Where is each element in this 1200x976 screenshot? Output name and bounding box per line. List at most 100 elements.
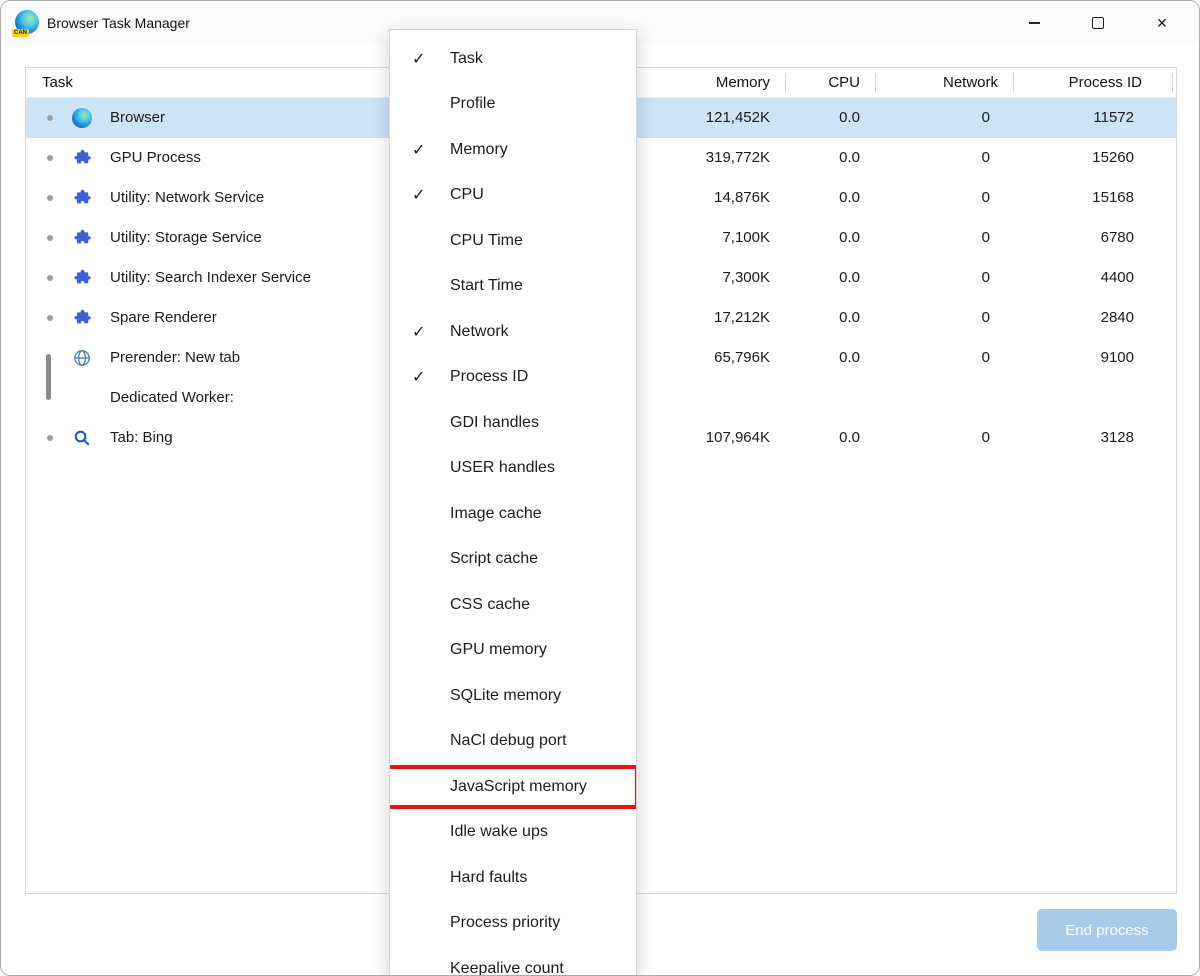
memory-value: 121,452K [626, 98, 770, 138]
task-name: Utility: Search Indexer Service [110, 258, 311, 298]
process-id-value: 15168 [1006, 178, 1134, 218]
menu-item-javascript-memory[interactable]: JavaScript memory [390, 764, 636, 810]
memory-value: 7,100K [626, 218, 770, 258]
menu-item-label: Task [450, 50, 483, 68]
check-icon: ✓ [390, 140, 446, 160]
menu-item-keepalive-count[interactable]: Keepalive count [390, 946, 636, 976]
process-status-dot [47, 155, 53, 161]
check-icon: ✓ [390, 322, 446, 342]
menu-item-label: SQLite memory [450, 687, 561, 705]
menu-item-label: Script cache [450, 550, 538, 568]
maximize-button[interactable] [1075, 1, 1121, 45]
task-name: Spare Renderer [110, 298, 217, 338]
menu-item-label: Hard faults [450, 869, 527, 887]
task-name: Utility: Storage Service [110, 218, 262, 258]
process-status-dot [47, 195, 53, 201]
task-name: Prerender: New tab [110, 338, 240, 378]
memory-value: 14,876K [626, 178, 770, 218]
column-context-menu: ✓TaskProfile✓Memory✓CPUCPU TimeStart Tim… [389, 29, 637, 976]
menu-item-image-cache[interactable]: Image cache [390, 491, 636, 537]
network-value: 0 [896, 98, 990, 138]
network-value: 0 [896, 338, 990, 378]
check-icon: ✓ [390, 185, 446, 205]
process-status-dot [47, 115, 53, 121]
task-name: GPU Process [110, 138, 201, 178]
menu-item-hard-faults[interactable]: Hard faults [390, 855, 636, 901]
menu-item-label: CPU [450, 186, 484, 204]
menu-item-label: Memory [450, 141, 508, 159]
network-value: 0 [896, 418, 990, 458]
memory-value: 65,796K [626, 338, 770, 378]
menu-item-process-priority[interactable]: Process priority [390, 901, 636, 947]
window-title: Browser Task Manager [47, 1, 190, 45]
check-icon: ✓ [390, 49, 446, 69]
menu-item-label: Keepalive count [450, 960, 564, 976]
canary-badge: CAN [12, 29, 29, 37]
menu-item-label: GPU memory [450, 641, 547, 659]
menu-item-gpu-memory[interactable]: GPU memory [390, 628, 636, 674]
menu-item-label: CPU Time [450, 232, 523, 250]
column-header-memory[interactable]: Memory [642, 68, 770, 97]
puzzle-icon [72, 148, 92, 168]
column-divider [1013, 73, 1014, 92]
cpu-value: 0.0 [796, 98, 860, 138]
menu-item-sqlite-memory[interactable]: SQLite memory [390, 673, 636, 719]
check-icon: ✓ [390, 367, 446, 387]
end-process-button[interactable]: End process [1037, 909, 1177, 951]
menu-item-idle-wake-ups[interactable]: Idle wake ups [390, 810, 636, 856]
menu-item-cpu[interactable]: ✓CPU [390, 173, 636, 219]
menu-item-task[interactable]: ✓Task [390, 36, 636, 82]
menu-item-label: Idle wake ups [450, 823, 548, 841]
menu-item-label: Process priority [450, 914, 560, 932]
edge-canary-icon: CAN [15, 10, 39, 34]
menu-item-label: JavaScript memory [450, 778, 587, 796]
memory-value: 107,964K [626, 418, 770, 458]
edge-icon [72, 108, 92, 128]
process-id-value: 4400 [1006, 258, 1134, 298]
minimize-button[interactable] [1011, 1, 1057, 45]
cpu-value: 0.0 [796, 338, 860, 378]
memory-value: 319,772K [626, 138, 770, 178]
menu-item-network[interactable]: ✓Network [390, 309, 636, 355]
process-status-dot [47, 275, 53, 281]
cpu-value: 0.0 [796, 298, 860, 338]
memory-value: 7,300K [626, 258, 770, 298]
column-divider [785, 73, 786, 92]
network-value: 0 [896, 178, 990, 218]
column-header-network[interactable]: Network [898, 68, 998, 97]
menu-item-cpu-time[interactable]: CPU Time [390, 218, 636, 264]
menu-item-memory[interactable]: ✓Memory [390, 127, 636, 173]
puzzle-icon [72, 188, 92, 208]
menu-item-nacl-debug-port[interactable]: NaCl debug port [390, 719, 636, 765]
close-button[interactable]: ✕ [1139, 1, 1185, 45]
cpu-value: 0.0 [796, 258, 860, 298]
column-header-task[interactable]: Task [42, 68, 73, 97]
globe-icon [72, 348, 92, 368]
menu-item-label: Profile [450, 95, 495, 113]
none [72, 388, 92, 408]
process-id-value: 15260 [1006, 138, 1134, 178]
menu-item-start-time[interactable]: Start Time [390, 264, 636, 310]
minimize-icon [1029, 22, 1040, 24]
menu-item-css-cache[interactable]: CSS cache [390, 582, 636, 628]
menu-item-label: Network [450, 323, 509, 341]
menu-item-label: USER handles [450, 459, 555, 477]
menu-item-script-cache[interactable]: Script cache [390, 537, 636, 583]
group-indicator-bar [46, 354, 51, 400]
column-header-process-id[interactable]: Process ID [1012, 68, 1142, 97]
cpu-value: 0.0 [796, 418, 860, 458]
network-value: 0 [896, 298, 990, 338]
menu-item-process-id[interactable]: ✓Process ID [390, 355, 636, 401]
column-header-cpu[interactable]: CPU [792, 68, 860, 97]
menu-item-label: Start Time [450, 277, 523, 295]
menu-item-gdi-handles[interactable]: GDI handles [390, 400, 636, 446]
task-name: Tab: Bing [110, 418, 173, 458]
menu-item-label: NaCl debug port [450, 732, 567, 750]
menu-item-profile[interactable]: Profile [390, 82, 636, 128]
process-status-dot [47, 435, 53, 441]
process-status-dot [47, 235, 53, 241]
menu-item-user-handles[interactable]: USER handles [390, 446, 636, 492]
task-name: Dedicated Worker: [110, 378, 234, 418]
task-name: Browser [110, 98, 165, 138]
close-icon: ✕ [1156, 16, 1168, 30]
